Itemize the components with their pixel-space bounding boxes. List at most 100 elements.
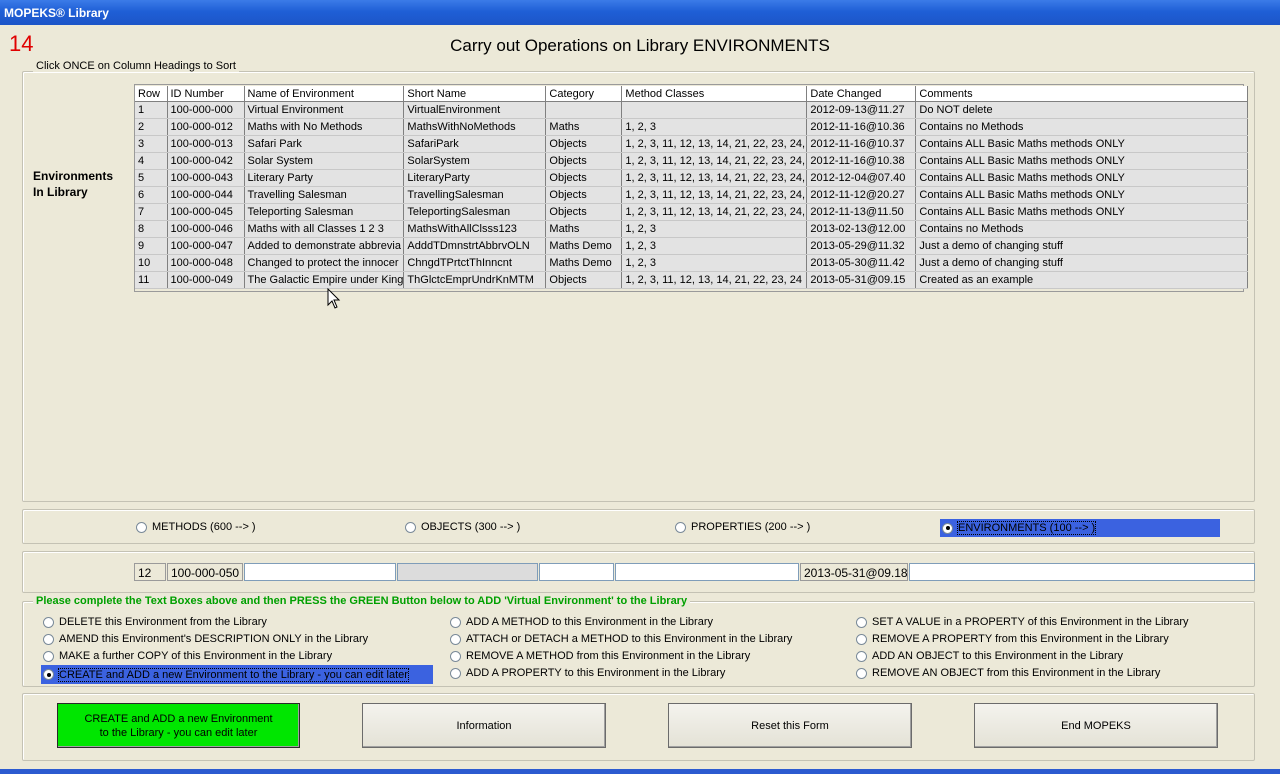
table-cell: Contains ALL Basic Maths methods ONLY [915, 186, 1249, 204]
column-header[interactable]: Comments [915, 86, 1249, 102]
table-cell: Objects [545, 271, 623, 289]
operation-option[interactable]: REMOVE A METHOD from this Environment in… [450, 648, 750, 664]
table-cell: 1, 2, 3 [621, 220, 808, 238]
table-cell: 100-000-044 [167, 186, 245, 204]
operation-option[interactable]: SET A VALUE in a PROPERTY of this Enviro… [856, 614, 1189, 630]
table-cell: 3 [135, 135, 168, 153]
table-cell: SolarSystem [403, 152, 547, 170]
table-cell: 1, 2, 3, 11, 12, 13, 14, 21, 22, 23, 24, [621, 135, 808, 153]
comments-input[interactable] [909, 563, 1255, 581]
table-cell: TravellingSalesman [403, 186, 547, 204]
table-cell: Contains no Methods [915, 220, 1249, 238]
table-header-row: Row ID Number Name of Environment Short Nam… [135, 86, 1249, 102]
table-cell: 1, 2, 3, 11, 12, 13, 14, 21, 22, 23, 24, [621, 152, 808, 170]
radio-dot-icon [43, 616, 54, 628]
column-header[interactable]: Method Classes [621, 86, 808, 102]
table-row[interactable]: 10 100-000-048 Changed to protect the inno… [135, 254, 1249, 272]
table-cell: Objects [545, 135, 623, 153]
table-cell: 2013-02-13@12.00 [806, 220, 917, 238]
category-input[interactable] [539, 563, 614, 581]
radio-dot-icon [856, 667, 867, 679]
table-row[interactable]: 8 100-000-046 Maths with all Classes 1 2 3… [135, 220, 1249, 238]
environments-table: Row ID Number Name of Environment Short Nam… [135, 86, 1249, 289]
table-cell: 4 [135, 152, 168, 170]
radio-environments[interactable]: ENVIRONMENTS (100 --> ) [940, 519, 1220, 537]
radio-dot-icon [942, 522, 953, 534]
table-cell: VirtualEnvironment [403, 101, 547, 119]
table-cell: 100-000-043 [167, 169, 245, 187]
table-cell: 100-000-049 [167, 271, 245, 289]
table-row[interactable]: 1 100-000-000 Virtual Environment VirtualEn… [135, 101, 1249, 119]
window-title: MOPEKS® Library [4, 6, 109, 20]
column-header[interactable]: ID Number [167, 86, 245, 102]
table-cell: Created as an example [915, 271, 1249, 289]
table-row[interactable]: 6 100-000-044 Travelling Salesman Travellin… [135, 186, 1249, 204]
radio-dot-icon [856, 633, 867, 645]
table-row[interactable]: 11 100-000-049 The Galactic Empire under K… [135, 271, 1249, 289]
operation-option[interactable]: REMOVE A PROPERTY from this Environment … [856, 631, 1169, 647]
table-cell: Maths Demo [545, 237, 623, 255]
operation-option[interactable]: ADD AN OBJECT to this Environment in the… [856, 648, 1123, 664]
new-id-number: 100-000-050 [167, 563, 243, 581]
date-changed-field: 2013-05-31@09.18 [800, 563, 908, 581]
table-cell: 100-000-047 [167, 237, 245, 255]
table-cell: 2 [135, 118, 168, 136]
table-row[interactable]: 9 100-000-047 Added to demonstrate abbrevi… [135, 237, 1249, 255]
table-row[interactable]: 2 100-000-012 Maths with No Methods MathsWi… [135, 118, 1249, 136]
radio-dot-icon [856, 650, 867, 662]
column-header[interactable]: Date Changed [806, 86, 917, 102]
table-cell: Maths Demo [545, 254, 623, 272]
table-cell: 1, 2, 3 [621, 237, 808, 255]
operation-option[interactable]: DELETE this Environment from the Library [43, 614, 267, 630]
table-cell: Just a demo of changing stuff [915, 254, 1249, 272]
environment-name-input[interactable] [244, 563, 396, 581]
table-cell: 100-000-013 [167, 135, 245, 153]
table-cell: 8 [135, 220, 168, 238]
reset-form-button[interactable]: Reset this Form [668, 703, 912, 748]
table-row[interactable]: 3 100-000-013 Safari Park SafariPark Objects… [135, 135, 1249, 153]
column-header[interactable]: Short Name [403, 86, 547, 102]
title-bar[interactable]: MOPEKS® Library [0, 0, 1280, 25]
radio-dot-icon [450, 616, 461, 628]
create-add-button[interactable]: CREATE and ADD a new Environment to the L… [57, 703, 300, 748]
table-cell: 2013-05-31@09.15 [806, 271, 917, 289]
information-button[interactable]: Information [362, 703, 606, 748]
column-header[interactable]: Category [545, 86, 623, 102]
table-row[interactable]: 7 100-000-045 Teleporting Salesman Teleport… [135, 203, 1249, 221]
end-mopeks-button[interactable]: End MOPEKS [974, 703, 1218, 748]
table-cell: The Galactic Empire under King [244, 271, 405, 289]
radio-objects[interactable]: OBJECTS (300 --> ) [405, 519, 520, 535]
operation-option[interactable]: ADD A METHOD to this Environment in the … [450, 614, 713, 630]
table-row[interactable]: 5 100-000-043 Literary Party LiteraryParty O… [135, 169, 1249, 187]
table-cell: 1, 2, 3, 11, 12, 13, 14, 21, 22, 23, 24, [621, 186, 808, 204]
radio-dot-icon [43, 669, 54, 680]
radio-dot-icon [450, 667, 461, 679]
table-cell [621, 101, 808, 119]
table-cell: Contains ALL Basic Maths methods ONLY [915, 135, 1249, 153]
column-header[interactable]: Row [135, 86, 168, 102]
radio-properties[interactable]: PROPERTIES (200 --> ) [675, 519, 810, 535]
operation-option[interactable]: MAKE a further COPY of this Environment … [43, 648, 332, 664]
table-cell: 2012-11-13@11.50 [806, 203, 917, 221]
table-cell: 1, 2, 3, 11, 12, 13, 14, 21, 22, 23, 24, [621, 169, 808, 187]
operation-option[interactable]: CREATE and ADD a new Environment to the … [41, 665, 433, 684]
radio-methods[interactable]: METHODS (600 --> ) [136, 519, 256, 535]
operation-option[interactable]: REMOVE AN OBJECT from this Environment i… [856, 665, 1160, 681]
table-cell: ThGlctcEmprUndrKnMTM [403, 271, 547, 289]
table-row[interactable]: 4 100-000-042 Solar System SolarSystem Objec… [135, 152, 1249, 170]
table-cell: 100-000-000 [167, 101, 245, 119]
table-cell: 1 [135, 101, 168, 119]
side-label-line-1: Environments [33, 169, 114, 183]
table-cell: 11 [135, 271, 168, 289]
table-cell: 1, 2, 3, 11, 12, 13, 14, 21, 22, 23, 24, [621, 203, 808, 221]
method-classes-input[interactable] [615, 563, 799, 581]
sort-hint: Click ONCE on Column Headings to Sort [33, 60, 239, 72]
table-cell: Virtual Environment [244, 101, 405, 119]
table-cell: Just a demo of changing stuff [915, 237, 1249, 255]
radio-dot-icon [405, 521, 416, 533]
side-label-line-2: In Library [33, 185, 88, 199]
operation-option[interactable]: ADD A PROPERTY to this Environment in th… [450, 665, 725, 681]
column-header[interactable]: Name of Environment [244, 86, 405, 102]
operation-option[interactable]: ATTACH or DETACH a METHOD to this Enviro… [450, 631, 792, 647]
operation-option[interactable]: AMEND this Environment's DESCRIPTION ONL… [43, 631, 368, 647]
